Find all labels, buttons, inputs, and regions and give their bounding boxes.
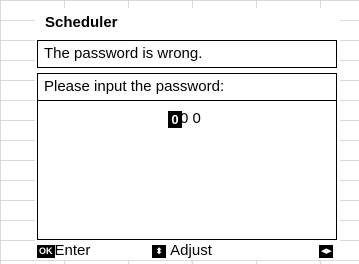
scheduler-dialog: Scheduler The password is wrong. Please …: [35, 8, 340, 260]
adjust-label: Adjust: [170, 242, 212, 259]
error-message: The password is wrong.: [37, 40, 337, 68]
password-entry-area: 0 0 0: [37, 100, 337, 240]
password-field[interactable]: 0 0 0: [168, 109, 201, 129]
left-right-key-icon: ◀▶: [319, 244, 333, 258]
ok-key-icon: OK: [37, 244, 55, 258]
left-right-softkey[interactable]: ◀▶: [319, 242, 333, 260]
enter-softkey[interactable]: OK Enter: [37, 242, 90, 260]
enter-label: Enter: [54, 242, 91, 259]
password-digits: 0 0: [180, 110, 201, 127]
softkey-bar: OK Enter ⬍ Adjust ◀▶: [35, 242, 340, 260]
password-prompt: Please input the password:: [37, 73, 337, 101]
dialog-title: Scheduler: [45, 14, 118, 31]
adjust-softkey[interactable]: ⬍ Adjust: [152, 242, 212, 260]
up-down-key-icon: ⬍: [152, 244, 166, 258]
